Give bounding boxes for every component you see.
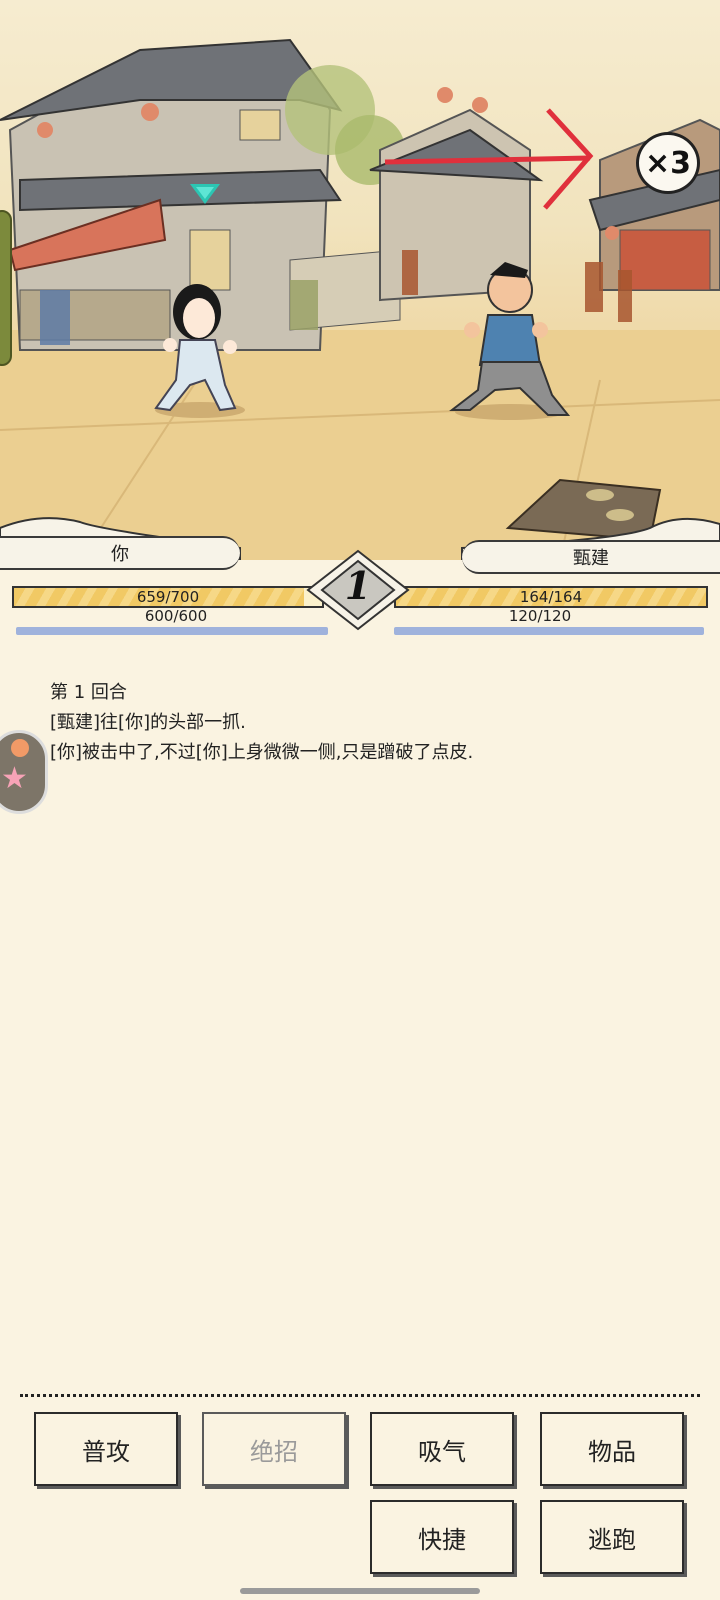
player-name: 你	[111, 544, 129, 565]
battle-scene: ×3	[0, 0, 720, 560]
enemy-name-plate: 甄建	[462, 540, 720, 574]
player-name-plate: 你	[0, 536, 240, 570]
side-panel-tab[interactable]	[0, 210, 12, 366]
floating-assistant-button[interactable]: ★	[0, 730, 48, 814]
ultimate-button[interactable]: 绝招	[202, 1412, 346, 1486]
player-hp-text: 659/700	[136, 588, 200, 606]
player-mp-bar	[16, 627, 328, 635]
active-turn-marker-icon	[190, 184, 220, 204]
flee-button[interactable]: 逃跑	[540, 1500, 684, 1574]
log-line: 第 1 回合	[50, 682, 127, 703]
breathe-button[interactable]: 吸气	[370, 1412, 514, 1486]
enemy-hp-text: 164/164	[519, 588, 583, 606]
player-hp-bar: 659/700	[12, 586, 324, 608]
player-mp-text: 600/600	[144, 607, 208, 625]
action-divider	[20, 1394, 700, 1397]
enemy-name: 甄建	[573, 548, 609, 569]
enemy-mp-bar	[394, 627, 704, 635]
shortcut-button[interactable]: 快捷	[370, 1500, 514, 1574]
enemy-hp-bar: 164/164	[394, 586, 708, 608]
log-line: [你]被击中了,不过[你]上身微微一侧,只是蹭破了点皮.	[50, 742, 474, 763]
round-number: 1	[344, 563, 372, 608]
scene-illustration	[0, 38, 720, 560]
log-line: [甄建]往[你]的头部一抓.	[50, 712, 246, 733]
enemy-mp-text: 120/120	[508, 607, 572, 625]
notification-dot-icon	[11, 739, 29, 757]
battle-log: 第 1 回合 [甄建]往[你]的头部一抓. [你]被击中了,不过[你]上身微微一…	[50, 678, 662, 768]
items-button[interactable]: 物品	[540, 1412, 684, 1486]
attack-button[interactable]: 普攻	[34, 1412, 178, 1486]
speed-label: ×3	[644, 145, 691, 181]
speed-toggle-button[interactable]: ×3	[636, 132, 700, 194]
home-indicator[interactable]	[240, 1588, 480, 1594]
star-icon: ★	[1, 761, 28, 796]
